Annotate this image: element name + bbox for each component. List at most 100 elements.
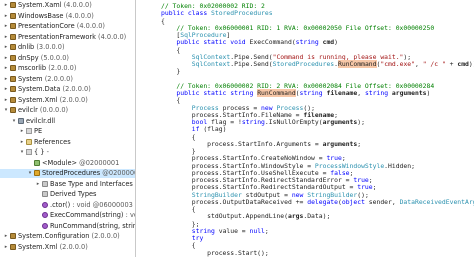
- tree-node[interactable]: ▸ System (2.0.0.0): [0, 75, 135, 84]
- tree-node[interactable]: ▸ PresentationCore (4.0.0.0): [0, 22, 135, 31]
- expand-arrow-icon[interactable]: ▸: [3, 22, 9, 31]
- expand-arrow-icon[interactable]: ▸: [3, 12, 9, 21]
- tree-node-name: .ctor(): [50, 200, 71, 209]
- assembly-icon: [10, 2, 16, 9]
- collapse-arrow-icon[interactable]: ▾: [11, 117, 17, 126]
- tree-node-name: References: [34, 137, 71, 146]
- tree-node-detail: (5.0.0.0): [40, 53, 69, 62]
- pe-icon: [26, 128, 32, 135]
- tree-node[interactable]: ▸ WindowsBase (4.0.0.0): [0, 11, 135, 21]
- tree-node-name: System.Xml: [18, 242, 58, 251]
- expand-arrow-icon[interactable]: ▸: [3, 243, 9, 252]
- tree-node-label: System.Configuration (2.0.0.0): [18, 232, 120, 241]
- namespace-icon: [26, 149, 32, 156]
- collapse-arrow-icon[interactable]: ▾: [19, 148, 25, 157]
- expand-arrow-icon[interactable]: ▸: [3, 75, 9, 84]
- tree-node-label: StoredProcedures @02000002: [42, 169, 135, 178]
- tree-node[interactable]: ▾ { } -: [0, 148, 135, 157]
- tree-node-label: Derived Types: [50, 190, 97, 199]
- tree-node-name: { }: [34, 148, 45, 156]
- assembly-icon: [10, 75, 16, 82]
- tree-node[interactable]: .ctor() : void @06000003: [0, 201, 135, 210]
- tree-node[interactable]: ▸ PE: [0, 127, 135, 136]
- tree-node-detail: (4.0.0.0): [76, 22, 105, 30]
- tree-node[interactable]: ▸ System.Xml (2.0.0.0): [0, 96, 135, 105]
- tree-node-name: System.Xaml: [18, 1, 62, 9]
- expand-arrow-icon[interactable]: ▸: [19, 138, 25, 147]
- tree-node[interactable]: ▸ dnSpy (5.0.0.0): [0, 53, 135, 63]
- tree-node[interactable]: ▸ dnlib (3.0.0.0): [0, 43, 135, 52]
- tree-node[interactable]: ▾ evilclr.dll: [0, 116, 135, 126]
- tree-node-label: System.Xml (2.0.0.0): [18, 96, 88, 105]
- expand-arrow-icon[interactable]: ▸: [3, 232, 9, 241]
- tree-node-label: .ctor() : void @06000003: [50, 201, 133, 210]
- expand-arrow-icon[interactable]: ▸: [3, 64, 9, 73]
- decompiled-code-editor[interactable]: // Token: 0x02000002 RID: 2 public class …: [137, 0, 474, 257]
- assembly-icon: [10, 44, 16, 51]
- tree-node[interactable]: ▸ System.Xaml (4.0.0.0): [0, 1, 135, 10]
- assembly-explorer-tree[interactable]: ▸ System.Xaml (4.0.0.0) ▸ WindowsBase (4.0.…: [0, 0, 136, 257]
- tree-node-name: evilclr.dll: [26, 116, 56, 125]
- tree-node-label: mscorlib (2.0.0.0): [18, 64, 76, 73]
- tree-node[interactable]: ▸ System.Configuration (2.0.0.0): [0, 232, 135, 241]
- dll-icon: [18, 117, 24, 124]
- tree-node-detail: (0.0.0.0): [39, 106, 69, 114]
- tree-node-name: System.Xml: [18, 95, 58, 104]
- tree-node-name: PE: [34, 127, 43, 135]
- tree-node-detail: @02000002: [102, 169, 135, 177]
- tree-node[interactable]: ▸ References: [0, 137, 135, 147]
- tree-node[interactable]: ▾ StoredProcedures @02000002: [0, 169, 135, 178]
- tree-node[interactable]: ▸ mscorlib (2.0.0.0): [0, 64, 135, 73]
- tree-node-label: System.Xml (2.0.0.0): [18, 243, 88, 252]
- assembly-icon: [10, 12, 16, 19]
- tree-node-detail: (4.0.0.0): [65, 11, 94, 20]
- method-icon: [42, 201, 48, 208]
- tree-node[interactable]: ▸ System.Xml (2.0.0.0): [0, 243, 135, 252]
- tree-node[interactable]: Derived Types: [0, 190, 135, 199]
- tree-node-name: System.Configuration: [18, 232, 90, 240]
- method-icon: [42, 212, 48, 219]
- expand-arrow-icon[interactable]: ▸: [19, 127, 25, 136]
- derived-types-icon: [42, 191, 48, 198]
- tree-node[interactable]: <Module> @02000001: [0, 158, 135, 168]
- tree-node-detail: (3.0.0.0): [36, 43, 65, 51]
- tree-node-name: evilclr: [18, 106, 38, 114]
- tree-node-name: PresentationFramework: [18, 32, 96, 41]
- tree-node-name: mscorlib: [18, 64, 47, 72]
- tree-node-label: PresentationFramework (4.0.0.0): [18, 33, 126, 42]
- expand-arrow-icon[interactable]: ▸: [3, 96, 9, 105]
- tree-node[interactable]: ExecCommand(string) : void: [0, 211, 135, 220]
- tree-node-detail: @02000001: [79, 158, 120, 167]
- tree-node[interactable]: ▾ evilclr (0.0.0.0): [0, 106, 135, 115]
- expand-arrow-icon[interactable]: ▸: [3, 1, 9, 10]
- expand-arrow-icon[interactable]: ▸: [3, 33, 9, 42]
- collapse-arrow-icon[interactable]: ▾: [27, 169, 33, 178]
- tree-node-name: WindowsBase: [18, 11, 64, 20]
- method-icon: [42, 222, 48, 229]
- assembly-icon: [10, 107, 16, 114]
- tree-node[interactable]: ▸ Base Type and Interfaces: [0, 180, 135, 189]
- module-icon: [34, 159, 40, 166]
- tree-node-label: Base Type and Interfaces: [50, 180, 133, 189]
- tree-node-label: PresentationCore (4.0.0.0): [18, 22, 105, 31]
- expand-arrow-icon[interactable]: ▸: [3, 43, 9, 52]
- tree-node[interactable]: ▸ System.Data (2.0.0.0): [0, 85, 135, 94]
- tree-node-detail: (2.0.0.0): [91, 232, 120, 240]
- expand-arrow-icon[interactable]: ▸: [3, 85, 9, 94]
- expand-arrow-icon[interactable]: ▸: [3, 54, 9, 63]
- tree-node-label: System (2.0.0.0): [18, 75, 73, 84]
- tree-node[interactable]: RunCommand(string, string): [0, 222, 135, 231]
- tree-node-detail: (2.0.0.0): [62, 85, 91, 93]
- references-icon: [26, 138, 32, 145]
- tree-node-label: PE: [34, 127, 42, 136]
- tree-node-detail: (2.0.0.0): [44, 74, 73, 83]
- collapse-arrow-icon[interactable]: ▾: [3, 106, 9, 115]
- tree-node-name: ExecCommand(string): [50, 211, 124, 219]
- tree-node[interactable]: ▸ PresentationFramework (4.0.0.0): [0, 33, 135, 42]
- tree-node-detail: : void: [125, 211, 135, 219]
- expand-arrow-icon[interactable]: ▸: [35, 180, 41, 189]
- tree-node-detail: (2.0.0.0): [48, 64, 77, 72]
- assembly-icon: [10, 23, 16, 30]
- assembly-icon: [10, 96, 16, 103]
- tree-node-label: dnlib (3.0.0.0): [18, 43, 65, 52]
